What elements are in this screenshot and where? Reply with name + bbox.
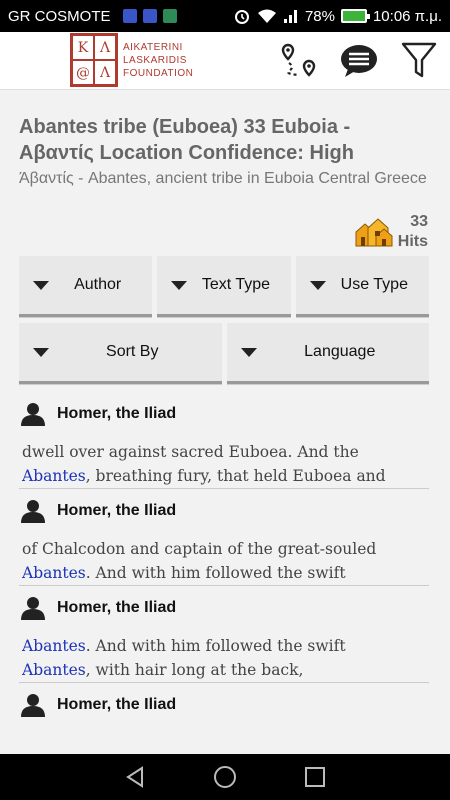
filter-label: Use Type [340, 276, 408, 293]
author-name: Homer, the Iliad [57, 405, 177, 422]
snippet-text: , with hair long at the back, [85, 661, 304, 679]
sort-by-button[interactable]: Sort By [19, 323, 222, 384]
dropdown-arrow-icon [171, 280, 188, 290]
snippet-text: , breathing fury, that held Euboea and [85, 467, 386, 485]
language-filter-button[interactable]: Language [226, 323, 429, 384]
result-header: Homer, the Iliad [21, 596, 176, 620]
logo-letter: Λ [94, 60, 116, 85]
signal-icon [283, 10, 297, 23]
results-list: Homer, the Iliad dwell over against sacre… [19, 392, 429, 754]
usb-icon [142, 9, 157, 23]
filter-label: Author [74, 276, 122, 293]
dropdown-arrow-icon [240, 347, 257, 357]
logo-wordmark: AIKATERINI LASKARIDIS FOUNDATION [123, 41, 193, 80]
notification-icon [122, 9, 137, 23]
result-item[interactable]: Homer, the Iliad [19, 683, 429, 754]
result-snippet: Abantes. And with him followed the swift… [22, 634, 432, 682]
status-bar: GR COSMOTE 78% 10:06 π.μ. [0, 0, 450, 32]
system-nav-bar [0, 754, 450, 800]
logo-letter: Λ [94, 35, 116, 60]
snippet-text: . And with him followed the swift [85, 564, 346, 582]
clock: 10:06 π.μ. [372, 7, 442, 25]
snippet-line: Abantes. And with him followed the swift [22, 634, 432, 658]
result-snippet: dwell over against sacred Euboea. And th… [22, 440, 432, 488]
result-header: Homer, the Iliad [21, 499, 176, 523]
dropdown-arrow-icon [309, 280, 326, 290]
hits-counter[interactable]: 33 Hits [354, 212, 428, 252]
highlighted-term: Abantes [22, 637, 86, 655]
image-icon [162, 9, 177, 23]
logo-mark: Κ Λ @ Λ [70, 33, 118, 87]
author-icon [21, 403, 45, 426]
hits-count: 33 [410, 213, 428, 230]
author-icon [21, 694, 45, 717]
filter-label: Language [304, 343, 376, 360]
result-item[interactable]: Homer, the Iliad of Chalcodon and captain… [19, 489, 429, 586]
carrier-name: GR COSMOTE [8, 7, 111, 25]
logo-letter: @ [72, 60, 94, 85]
dropdown-arrow-icon [33, 347, 49, 357]
author-name: Homer, the Iliad [57, 696, 177, 713]
snippet-text: of Chalcodon and captain of the great-so… [22, 540, 377, 558]
battery-percent: 78% [304, 7, 335, 25]
chat-icon[interactable] [340, 41, 378, 81]
filter-label: Sort By [106, 343, 159, 360]
result-header: Homer, the Iliad [21, 402, 176, 426]
highlighted-term: Abantes [22, 467, 86, 485]
buildings-icon [355, 218, 393, 247]
result-snippet: of Chalcodon and captain of the great-so… [22, 537, 432, 585]
logo-line: LASKARIDIS [123, 54, 187, 66]
author-name: Homer, the Iliad [57, 599, 177, 616]
battery-icon [340, 9, 370, 23]
snippet-line: Abantes. And with him followed the swift [22, 561, 432, 585]
back-icon[interactable] [123, 765, 147, 789]
result-item[interactable]: Homer, the Iliad Abantes. And with him fo… [19, 586, 429, 683]
author-filter-button[interactable]: Author [19, 256, 153, 317]
highlighted-term: Abantes [22, 661, 86, 679]
snippet-line: of Chalcodon and captain of the great-so… [22, 537, 432, 561]
logo-line: FOUNDATION [123, 67, 194, 79]
filter-icon[interactable] [400, 41, 438, 81]
filter-row: Author Text Type Use Type [19, 256, 429, 317]
foundation-logo[interactable]: Κ Λ @ Λ AIKATERINI LASKARIDIS FOUNDATION [70, 33, 193, 87]
dropdown-arrow-icon [33, 280, 49, 290]
snippet-text: dwell over against sacred Euboea. And th… [22, 443, 359, 461]
app-bar: Κ Λ @ Λ AIKATERINI LASKARIDIS FOUNDATION [0, 32, 450, 90]
result-item[interactable]: Homer, the Iliad dwell over against sacre… [19, 392, 429, 489]
use-type-filter-button[interactable]: Use Type [295, 256, 429, 317]
place-subtitle: Άβαντίς - Abantes, ancient tribe in Eubo… [19, 170, 427, 187]
home-icon[interactable] [213, 765, 237, 789]
place-title: Abantes tribe (Euboea) 33 Euboia - Αβαντ… [19, 116, 354, 164]
wifi-icon [257, 9, 276, 23]
place-detail: Abantes tribe (Euboea) 33 Euboia - Αβαντ… [0, 90, 450, 754]
filter-label: Text Type [201, 276, 271, 293]
snippet-line: Abantes, breathing fury, that held Euboe… [22, 464, 432, 488]
highlighted-term: Abantes [22, 564, 86, 582]
filter-row: Sort By Language [19, 323, 429, 384]
logo-letter: Κ [72, 35, 94, 60]
snippet-line: Abantes, with hair long at the back, [22, 658, 432, 682]
author-icon [21, 500, 45, 523]
text-type-filter-button[interactable]: Text Type [157, 256, 291, 317]
author-name: Homer, the Iliad [57, 502, 177, 519]
author-icon [21, 597, 45, 620]
snippet-text: . And with him followed the swift [85, 637, 346, 655]
hits-label: Hits [397, 233, 428, 250]
result-header: Homer, the Iliad [21, 693, 176, 717]
logo-line: AIKATERINI [123, 41, 183, 53]
alarm-icon [234, 10, 249, 24]
snippet-line: dwell over against sacred Euboea. And th… [22, 440, 432, 464]
route-icon[interactable] [280, 41, 318, 81]
recents-icon[interactable] [303, 765, 327, 789]
